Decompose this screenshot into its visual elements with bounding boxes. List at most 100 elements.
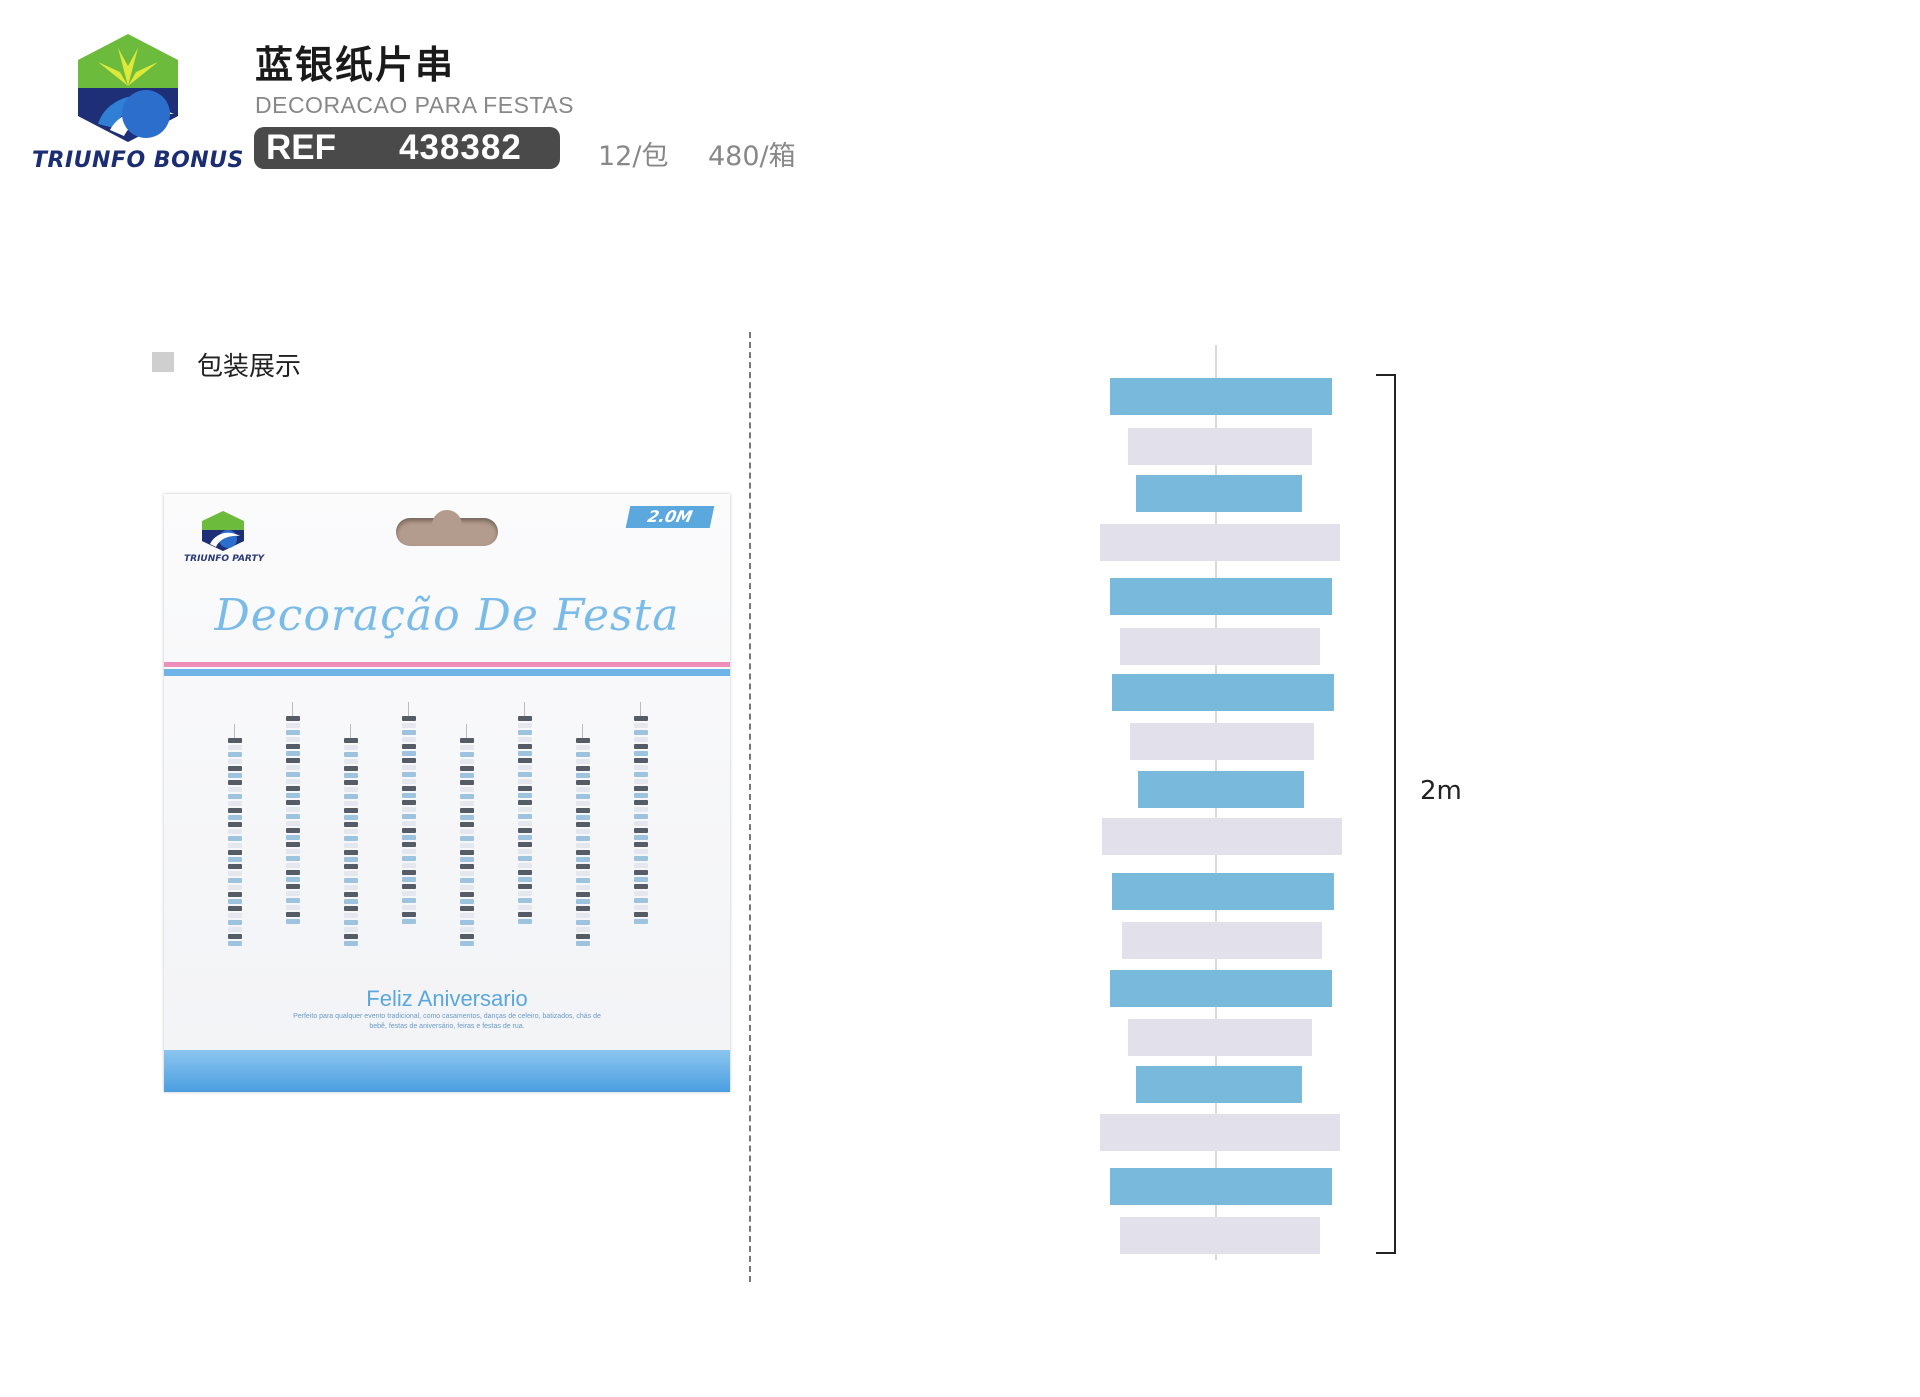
garland-piece (576, 787, 590, 792)
garland-piece (228, 780, 242, 785)
garland-piece (460, 878, 474, 883)
garland-piece (576, 780, 590, 785)
garland-piece (576, 850, 590, 855)
garland-piece (576, 822, 590, 827)
pink-stripe (164, 662, 730, 667)
length-badge: 2.0M (625, 506, 715, 528)
garland-piece (518, 912, 532, 917)
section-label: 包装展示 (197, 352, 302, 382)
garland-piece (518, 786, 532, 791)
garland-string (350, 724, 351, 738)
garland-piece (344, 843, 358, 848)
garland-piece (228, 864, 242, 869)
pack-quantity: 12/包 (598, 141, 669, 172)
garland-piece (344, 906, 358, 911)
garland-string (640, 702, 641, 716)
garland-piece (576, 738, 590, 743)
garland-piece (518, 856, 532, 861)
garland-piece (634, 884, 648, 889)
blue-strip (1138, 771, 1304, 808)
garland-piece (286, 772, 300, 777)
garland-piece (286, 884, 300, 889)
garland-piece (518, 828, 532, 833)
garland-piece (402, 891, 416, 896)
garland-piece (634, 772, 648, 777)
garland-piece (344, 885, 358, 890)
garland-piece (402, 716, 416, 721)
garland-piece (286, 765, 300, 770)
garland-piece (460, 794, 474, 799)
garland-piece (634, 919, 648, 924)
garland-piece (518, 884, 532, 889)
garland-piece (576, 773, 590, 778)
garland-piece (634, 870, 648, 875)
garland-piece (344, 815, 358, 820)
garland-piece (576, 941, 590, 946)
garland-piece (402, 723, 416, 728)
blue-stripe (164, 669, 730, 676)
garland-piece (634, 891, 648, 896)
garland-piece (344, 913, 358, 918)
dimension-bracket (1376, 374, 1396, 1254)
garland-piece (576, 836, 590, 841)
garland-piece (286, 919, 300, 924)
garland-piece (344, 808, 358, 813)
ref-badge: REF 438382 (254, 127, 560, 169)
garland-piece (228, 787, 242, 792)
garland-piece (286, 744, 300, 749)
garland-piece (576, 885, 590, 890)
garland-piece (576, 794, 590, 799)
blue-strip (1110, 1168, 1332, 1205)
garland-piece (402, 814, 416, 819)
garland-piece (228, 934, 242, 939)
blue-strip (1110, 578, 1332, 615)
garland-piece (576, 766, 590, 771)
garland-piece (634, 807, 648, 812)
garland-piece (576, 906, 590, 911)
silver-strip (1128, 1019, 1312, 1056)
garland-piece (634, 821, 648, 826)
garland-piece (286, 870, 300, 875)
garland-piece (460, 885, 474, 890)
garland-piece (634, 842, 648, 847)
garland-piece (634, 751, 648, 756)
garland-piece (286, 912, 300, 917)
garland-piece (286, 800, 300, 805)
garland-piece (286, 807, 300, 812)
package-logo-icon (202, 511, 244, 551)
garland-piece (634, 765, 648, 770)
garland-piece (402, 772, 416, 777)
garland-piece (460, 920, 474, 925)
garland-piece (576, 843, 590, 848)
blue-strip (1112, 873, 1334, 910)
garland-piece (286, 905, 300, 910)
box-quantity: 480/箱 (708, 141, 796, 172)
garland-piece (634, 737, 648, 742)
garland-piece (402, 828, 416, 833)
garland-piece (518, 737, 532, 742)
package-script-title: Decoração De Festa (214, 590, 680, 641)
garland-piece (402, 737, 416, 742)
garland-piece (576, 808, 590, 813)
garland-piece (344, 864, 358, 869)
garland-piece (576, 871, 590, 876)
garland-piece (286, 723, 300, 728)
garland-piece (460, 913, 474, 918)
package-image: TRIUNFO PARTY 2.0M Decoração De Festa Fe… (164, 494, 730, 1092)
silver-strip (1120, 1217, 1320, 1254)
garland-piece (228, 815, 242, 820)
garland-piece (518, 779, 532, 784)
garland-piece (576, 864, 590, 869)
garland-piece (518, 877, 532, 882)
garland-piece (402, 856, 416, 861)
garland-piece (576, 934, 590, 939)
garland-piece (518, 891, 532, 896)
garland-piece (344, 934, 358, 939)
garland-piece (576, 759, 590, 764)
garland-piece (576, 815, 590, 820)
product-subtitle: DECORACAO PARA FESTAS (255, 92, 574, 118)
garland-piece (402, 821, 416, 826)
garland-piece (286, 877, 300, 882)
garland-piece (460, 906, 474, 911)
garland-piece (228, 850, 242, 855)
